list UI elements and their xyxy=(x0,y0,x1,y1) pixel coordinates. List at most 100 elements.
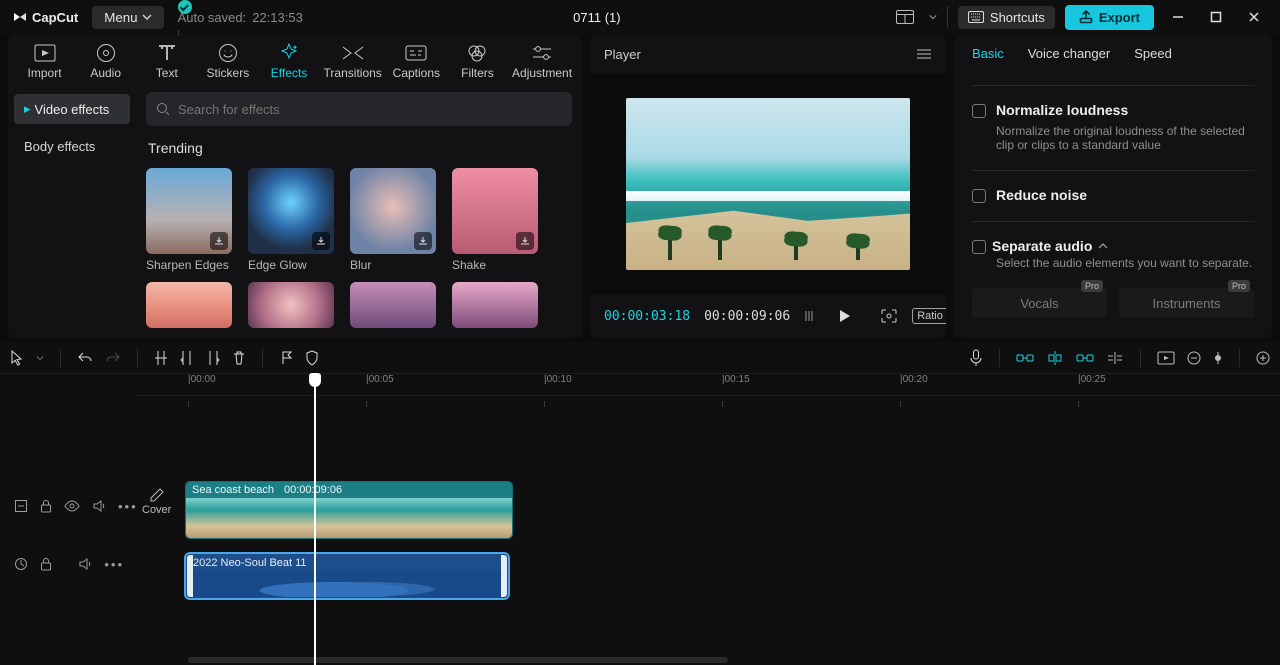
effects-grid: Sharpen Edges Edge Glow Blur Shake xyxy=(146,168,572,272)
shortcuts-button[interactable]: Shortcuts xyxy=(958,6,1055,29)
ratio-button[interactable]: Ratio xyxy=(912,308,946,324)
menu-button[interactable]: Menu xyxy=(92,6,163,29)
zoom-in[interactable] xyxy=(1256,351,1270,365)
tab-import[interactable]: Import xyxy=(18,42,71,80)
window-minimize[interactable] xyxy=(1164,3,1192,31)
tab-audio[interactable]: Audio xyxy=(79,42,132,80)
delete-button[interactable] xyxy=(232,350,246,366)
horizontal-scrollbar[interactable] xyxy=(188,657,728,663)
search-input[interactable] xyxy=(178,102,562,117)
track-settings-icon[interactable] xyxy=(14,557,28,571)
effect-edge-glow[interactable]: Edge Glow xyxy=(248,168,334,272)
align-button[interactable] xyxy=(1106,351,1124,365)
undo-button[interactable] xyxy=(77,351,93,365)
clip-handle-left[interactable] xyxy=(187,555,193,597)
tab-text[interactable]: Text xyxy=(140,42,193,80)
track-settings-icon[interactable] xyxy=(14,499,28,513)
effects-search[interactable] xyxy=(146,92,572,126)
option-separate-audio[interactable]: Separate audio xyxy=(972,238,1254,254)
sidebar-item-video-effects[interactable]: ▸ Video effects xyxy=(14,94,130,124)
option-reduce-noise[interactable]: Reduce noise xyxy=(972,187,1254,203)
timeline: |00:00 |00:05 |00:10 |00:15 |00:20 |00:2… xyxy=(0,342,1280,665)
menu-label: Menu xyxy=(104,10,137,25)
option-normalize-loudness[interactable]: Normalize loudness xyxy=(972,102,1254,118)
tab-label: Effects xyxy=(271,66,307,80)
video-clip[interactable]: Sea coast beach 00:00:09:06 xyxy=(186,482,512,538)
frame-button[interactable] xyxy=(880,308,898,324)
separate-instruments[interactable]: InstrumentsPro xyxy=(1119,288,1254,318)
track-visibility-icon[interactable] xyxy=(64,500,80,512)
checkbox[interactable] xyxy=(972,104,986,118)
track-lock-icon[interactable] xyxy=(40,499,52,513)
layout-button[interactable] xyxy=(891,3,919,31)
track-mute-icon[interactable] xyxy=(92,499,106,513)
checkbox[interactable] xyxy=(972,240,986,254)
magnet-main-track[interactable] xyxy=(1016,351,1034,365)
effect-thumbnail[interactable] xyxy=(452,282,538,328)
checkbox[interactable] xyxy=(972,189,986,203)
track-mute-icon[interactable] xyxy=(78,557,92,571)
tool-menu[interactable] xyxy=(36,354,44,362)
tab-effects[interactable]: Effects xyxy=(262,42,315,80)
effect-sharpen-edges[interactable]: Sharpen Edges xyxy=(146,168,232,272)
effect-label: Blur xyxy=(350,258,436,272)
trim-left-button[interactable] xyxy=(180,350,194,366)
trim-right-button[interactable] xyxy=(206,350,220,366)
linkage[interactable] xyxy=(1076,351,1094,365)
auto-snap[interactable] xyxy=(1046,350,1064,366)
effect-blur[interactable]: Blur xyxy=(350,168,436,272)
player-viewport[interactable] xyxy=(590,74,946,294)
tab-speed[interactable]: Speed xyxy=(1134,46,1172,61)
play-button[interactable] xyxy=(836,308,852,324)
shield-button[interactable] xyxy=(305,350,319,366)
effect-shake[interactable]: Shake xyxy=(452,168,538,272)
clip-waveform xyxy=(187,571,507,597)
preview-quality[interactable] xyxy=(1157,351,1175,365)
mic-button[interactable] xyxy=(969,349,983,367)
split-button[interactable] xyxy=(154,350,168,366)
effect-thumbnail[interactable] xyxy=(248,282,334,328)
tab-captions[interactable]: Captions xyxy=(390,42,443,80)
video-track-header: ••• xyxy=(0,476,138,536)
sidebar-item-label: Video effects xyxy=(35,102,110,117)
tracks-area[interactable]: Cover Sea coast beach 00:00:09:06 2022 N… xyxy=(138,396,1280,665)
tab-adjustment[interactable]: Adjustment xyxy=(512,42,572,80)
effects-icon xyxy=(279,42,299,64)
track-lock-icon[interactable] xyxy=(40,557,52,571)
pro-badge: Pro xyxy=(1081,280,1103,292)
window-close[interactable] xyxy=(1240,3,1268,31)
player-menu-icon[interactable] xyxy=(916,48,932,60)
project-title[interactable]: 0711 (1) xyxy=(317,10,877,25)
export-button[interactable]: Export xyxy=(1065,5,1154,30)
search-icon xyxy=(156,102,170,116)
mark-button[interactable] xyxy=(279,350,293,366)
tick-label: 00:20 xyxy=(903,374,928,385)
cover-button[interactable]: Cover xyxy=(142,486,171,516)
sidebar-item-body-effects[interactable]: Body effects xyxy=(14,132,130,161)
audio-clip[interactable]: 2022 Neo-Soul Beat 11 xyxy=(186,554,508,598)
tab-transitions[interactable]: Transitions xyxy=(324,42,382,80)
download-icon[interactable] xyxy=(516,232,534,250)
tab-stickers[interactable]: Stickers xyxy=(201,42,254,80)
export-icon xyxy=(1079,10,1093,24)
tab-basic[interactable]: Basic xyxy=(972,46,1004,61)
media-tabs: Import Audio Text Stickers Effects Trans… xyxy=(8,34,582,86)
step-frames-icon[interactable] xyxy=(804,309,822,323)
download-icon[interactable] xyxy=(414,232,432,250)
effect-thumbnail[interactable] xyxy=(146,282,232,328)
zoom-slider-handle[interactable] xyxy=(1213,351,1223,365)
window-maximize[interactable] xyxy=(1202,3,1230,31)
track-more-icon[interactable]: ••• xyxy=(118,499,138,514)
track-more-icon[interactable]: ••• xyxy=(104,557,124,572)
pointer-tool[interactable] xyxy=(10,350,24,366)
redo-button[interactable] xyxy=(105,351,121,365)
download-icon[interactable] xyxy=(210,232,228,250)
separate-vocals[interactable]: VocalsPro xyxy=(972,288,1107,318)
playhead[interactable] xyxy=(314,374,316,665)
download-icon[interactable] xyxy=(312,232,330,250)
clip-handle-right[interactable] xyxy=(501,555,507,597)
tab-voice-changer[interactable]: Voice changer xyxy=(1028,46,1110,61)
effect-thumbnail[interactable] xyxy=(350,282,436,328)
zoom-out[interactable] xyxy=(1187,351,1201,365)
tab-filters[interactable]: Filters xyxy=(451,42,504,80)
